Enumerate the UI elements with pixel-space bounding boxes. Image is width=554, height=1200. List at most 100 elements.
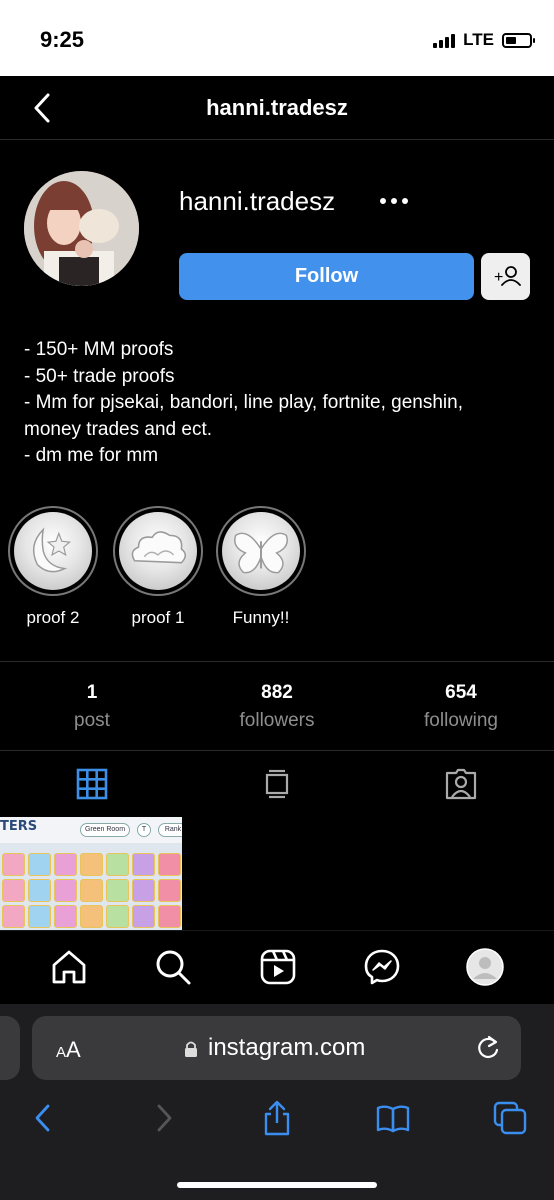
messenger-icon	[364, 949, 400, 985]
guide-icon	[265, 769, 289, 799]
suggested-users-button[interactable]: +	[481, 253, 530, 300]
address-bar[interactable]: AA instagram.com	[32, 1016, 521, 1080]
highlight-cover	[119, 512, 197, 590]
story-highlight[interactable]: proof 1	[113, 506, 203, 628]
follow-button[interactable]: Follow	[179, 253, 474, 300]
thumbnail-button: Green Room	[80, 823, 130, 837]
stat-followers[interactable]: 882 followers	[185, 682, 369, 732]
card-cell	[106, 905, 129, 928]
url-text: instagram.com	[208, 1034, 366, 1061]
nav-profile[interactable]	[465, 947, 505, 987]
network-type: LTE	[463, 30, 494, 49]
card-grid	[0, 853, 181, 928]
stat-label: following	[424, 710, 498, 731]
stat-value: 882	[261, 682, 293, 703]
reload-icon[interactable]	[475, 1034, 501, 1062]
status-indicators: LTE	[433, 30, 535, 50]
profile-avatar-icon	[466, 948, 504, 986]
stat-value: 1	[86, 682, 98, 703]
share-icon	[264, 1100, 290, 1136]
dot-icon	[391, 198, 397, 204]
nav-home[interactable]	[49, 947, 89, 987]
bio-line: - 150+ MM proofs	[24, 339, 174, 360]
stat-posts[interactable]: 1 post	[0, 682, 184, 732]
nav-reels[interactable]	[258, 947, 298, 987]
battery-level	[506, 36, 516, 44]
cloud-icon	[131, 531, 187, 564]
card-cell	[28, 905, 51, 928]
bio-line: - dm me for mm	[24, 445, 159, 466]
grid-icon	[76, 768, 108, 800]
thumbnail-header: TERS Green Room T Rank	[0, 817, 182, 843]
highlight-ring	[216, 506, 306, 596]
stat-label: post	[74, 710, 110, 731]
thumbnail-button: Rank	[158, 823, 182, 837]
card-cell	[132, 853, 155, 876]
tab-grid[interactable]	[0, 751, 184, 817]
bio-line: - 50+ trade proofs	[24, 365, 175, 387]
thumbnail-button: T	[137, 823, 151, 837]
bio-line: - Mm for pjsekai, bandori, line play, fo…	[24, 392, 463, 413]
battery-icon	[502, 32, 535, 48]
chevron-right-icon	[157, 1104, 172, 1132]
tab-tagged[interactable]	[369, 751, 553, 817]
story-highlight[interactable]: Funny!!	[216, 506, 306, 628]
card-cell	[28, 879, 51, 902]
tabs-button[interactable]	[492, 1100, 528, 1136]
share-button[interactable]	[259, 1100, 295, 1136]
highlight-cover	[222, 512, 300, 590]
home-icon	[52, 950, 86, 984]
card-cell	[80, 905, 103, 928]
tab-guides[interactable]	[185, 751, 369, 817]
butterfly-icon	[234, 532, 288, 574]
card-cell	[158, 853, 181, 876]
card-cell	[2, 853, 25, 876]
tagged-icon	[445, 768, 477, 800]
card-cell	[158, 879, 181, 902]
browser-back-button[interactable]	[26, 1100, 62, 1136]
card-cell	[106, 879, 129, 902]
app-header: hanni.tradesz	[0, 76, 554, 140]
book-icon	[376, 1105, 410, 1133]
avatar[interactable]	[24, 171, 139, 286]
nav-search[interactable]	[153, 947, 193, 987]
card-cell	[54, 905, 77, 928]
add-user-icon: +	[494, 266, 521, 286]
avatar-image	[24, 171, 139, 286]
thumbnail-title: TERS	[0, 819, 38, 834]
search-icon	[156, 950, 191, 985]
profile-stats: 1 post 882 followers 654 following	[0, 661, 554, 751]
browser-tool-row	[0, 1092, 554, 1144]
dot-icon	[380, 198, 386, 204]
reels-icon	[260, 949, 296, 985]
home-indicator	[177, 1182, 377, 1188]
highlight-cover	[14, 512, 92, 590]
card-cell	[54, 853, 77, 876]
highlight-ring	[8, 506, 98, 596]
highlight-label: proof 1	[131, 608, 185, 627]
more-options-button[interactable]	[380, 198, 408, 204]
card-cell	[132, 879, 155, 902]
bookmarks-button[interactable]	[375, 1100, 411, 1136]
card-cell	[2, 879, 25, 902]
card-cell	[132, 905, 155, 928]
tabs-icon	[493, 1101, 527, 1135]
post-thumbnail[interactable]: TERS Green Room T Rank	[0, 817, 182, 930]
page-title: hanni.tradesz	[206, 95, 348, 120]
stat-following[interactable]: 654 following	[369, 682, 553, 732]
bio-line: money trades and ect.	[24, 418, 212, 440]
highlight-ring	[113, 506, 203, 596]
reader-settings-button[interactable]: AA	[56, 1037, 81, 1063]
profile-username: hanni.tradesz	[179, 186, 336, 216]
card-cell	[80, 879, 103, 902]
bottom-nav	[0, 930, 554, 1004]
signal-icon	[433, 32, 456, 48]
previous-tab-preview[interactable]	[0, 1016, 20, 1080]
browser-forward-button[interactable]	[145, 1100, 181, 1136]
lock-icon	[185, 1041, 197, 1057]
highlight-label: proof 2	[26, 608, 80, 627]
story-highlight[interactable]: proof 2	[8, 506, 98, 628]
nav-messenger[interactable]	[362, 947, 402, 987]
card-cell	[54, 879, 77, 902]
dot-icon	[402, 198, 408, 204]
